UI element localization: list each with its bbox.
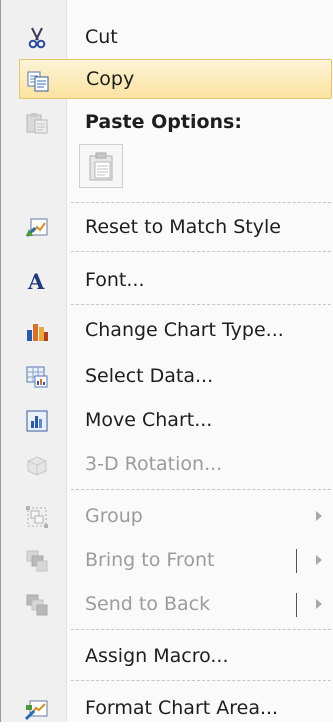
menu-item-label: Move Chart... [85,409,213,431]
reset-style-icon [25,216,49,240]
group-icon [25,505,49,529]
menu-separator [71,680,331,681]
submenu-arrow-icon[interactable] [316,599,322,609]
menu-item-format-chart-area[interactable]: Format Chart Area... [1,688,333,728]
paste-picture-icon [89,152,113,181]
menu-separator [71,251,331,252]
menu-item-move-chart[interactable]: Move Chart... [1,400,333,440]
font-icon: A [25,269,49,293]
menu-item-label: Format Chart Area... [85,697,279,719]
menu-item-label: 3-D Rotation... [85,453,223,475]
menu-item-label: Cut [85,26,118,48]
svg-text:A: A [27,269,45,293]
select-data-icon [25,365,49,389]
bar-chart-icon [25,319,49,343]
menu-item-group[interactable]: Group [1,496,333,536]
menu-separator [71,629,331,630]
split-divider [296,593,297,617]
scissors-icon [25,26,49,50]
menu-item-label: Paste Options: [85,111,242,133]
cube-icon [25,453,49,477]
menu-separator [71,489,331,490]
paste-icon [25,111,49,135]
copy-icon [26,69,50,93]
menu-item-send-to-back[interactable]: Send to Back [1,584,333,624]
menu-item-select-data[interactable]: Select Data... [1,356,333,396]
menu-item-bring-to-front[interactable]: Bring to Front [1,540,333,580]
menu-item-label: Assign Macro... [85,645,229,667]
menu-item-label: Send to Back [85,593,211,615]
menu-separator [71,202,331,203]
menu-item-reset-to-match-style[interactable]: Reset to Match Style [1,207,333,247]
menu-item-label: Font... [85,269,145,291]
menu-item-label: Group [85,505,143,527]
menu-item-label: Reset to Match Style [85,216,281,238]
paste-option-button[interactable] [79,144,123,188]
bring-front-icon [25,549,49,573]
menu-item-label: Select Data... [85,365,214,387]
menu-item-font[interactable]: A Font... [1,260,333,300]
menu-separator [71,304,331,305]
move-chart-icon [25,409,49,433]
menu-item-paste-options: Paste Options: [1,102,333,142]
menu-item-label: Change Chart Type... [85,319,284,341]
menu-item-cut[interactable]: Cut [1,17,333,57]
menu-item-assign-macro[interactable]: Assign Macro... [1,636,333,676]
send-back-icon [25,593,49,617]
menu-item-label: Bring to Front [85,549,215,571]
menu-item-label: Copy [86,68,135,90]
submenu-arrow-icon [316,511,322,521]
split-divider [296,549,297,573]
menu-item-copy[interactable]: Copy [19,59,332,99]
menu-item-3d-rotation[interactable]: 3-D Rotation... [1,444,333,484]
menu-item-change-chart-type[interactable]: Change Chart Type... [1,310,333,350]
submenu-arrow-icon[interactable] [316,555,322,565]
context-menu: Cut Copy Paste Options: Reset to Match S… [0,0,333,722]
format-chart-area-icon [25,697,49,721]
